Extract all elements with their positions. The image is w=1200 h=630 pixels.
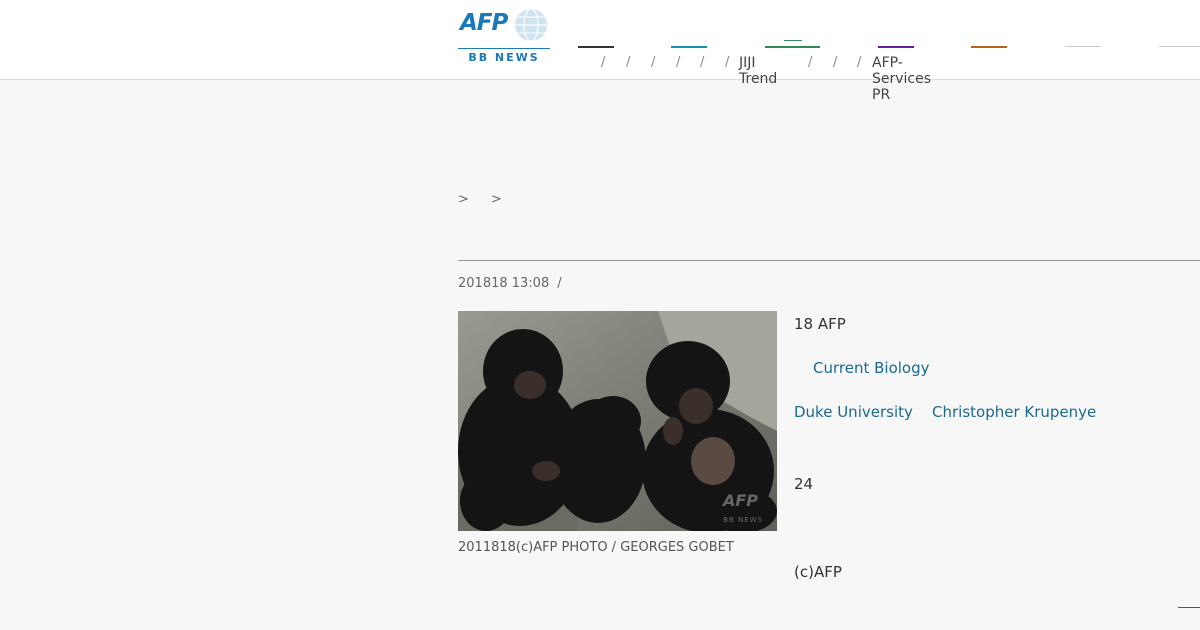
- meta-separator: /: [557, 276, 562, 291]
- site-header: AFP BB NEWS / / / / / / JIJI Trend / / /…: [0, 0, 1200, 103]
- nav-item-2-bar[interactable]: [671, 46, 707, 48]
- floating-widget[interactable]: [1178, 579, 1200, 608]
- article-meta: 201818 13:08 /: [458, 276, 562, 291]
- link-christopher-krupenye[interactable]: Christopher Krupenye: [932, 403, 1096, 421]
- logo-mark: AFP: [460, 10, 508, 36]
- breadcrumb: > >: [458, 192, 524, 207]
- article-paragraph: 24: [794, 475, 814, 493]
- nav-separator: /: [808, 55, 813, 70]
- nav-item-5-bar[interactable]: [971, 46, 1007, 48]
- nav-separator: /: [651, 55, 656, 70]
- title-divider: [458, 260, 1200, 261]
- nav-separator: /: [833, 55, 838, 70]
- breadcrumb-separator: >: [458, 192, 469, 207]
- nav-separator: /: [857, 55, 862, 70]
- breadcrumb-separator: >: [490, 192, 502, 207]
- nav-separator: /: [676, 55, 681, 70]
- nav-item-7-bar[interactable]: [1159, 46, 1200, 47]
- article-photo[interactable]: AFP BB NEWS: [458, 311, 777, 531]
- nav-item-3-bar[interactable]: [765, 46, 820, 48]
- photo-watermark-sub: BB NEWS: [723, 516, 763, 524]
- nav-item-6-bar[interactable]: [1065, 46, 1101, 47]
- article-date: 201818 13:08: [458, 276, 550, 291]
- nav-item-1-bar[interactable]: [578, 46, 614, 48]
- nav-separator: /: [700, 55, 705, 70]
- photo-caption: 2011818(c)AFP PHOTO / GEORGES GOBET: [458, 540, 734, 555]
- logo-divider: [458, 48, 550, 49]
- photo-watermark: AFP: [721, 491, 758, 510]
- afpbb-logo[interactable]: AFP BB NEWS: [458, 8, 550, 64]
- globe-icon: [515, 8, 547, 42]
- nav-separator: /: [725, 55, 730, 70]
- logo-subtitle: BB NEWS: [468, 51, 540, 64]
- link-duke-university[interactable]: Duke University: [794, 403, 913, 421]
- nav-separator: /: [601, 55, 606, 70]
- nav-separator: /: [626, 55, 631, 70]
- article-paragraph: 18 AFP: [794, 315, 846, 333]
- article-credit: (c)AFP: [794, 563, 842, 581]
- nav-link-afp-services-pr[interactable]: AFP-Services PR: [872, 55, 931, 103]
- nav-link-jiji-trend[interactable]: JIJI Trend: [739, 55, 777, 87]
- nav-item-4-bar[interactable]: [878, 46, 914, 48]
- link-current-biology[interactable]: Current Biology: [813, 359, 929, 377]
- nav-item-3-accent: [784, 40, 802, 41]
